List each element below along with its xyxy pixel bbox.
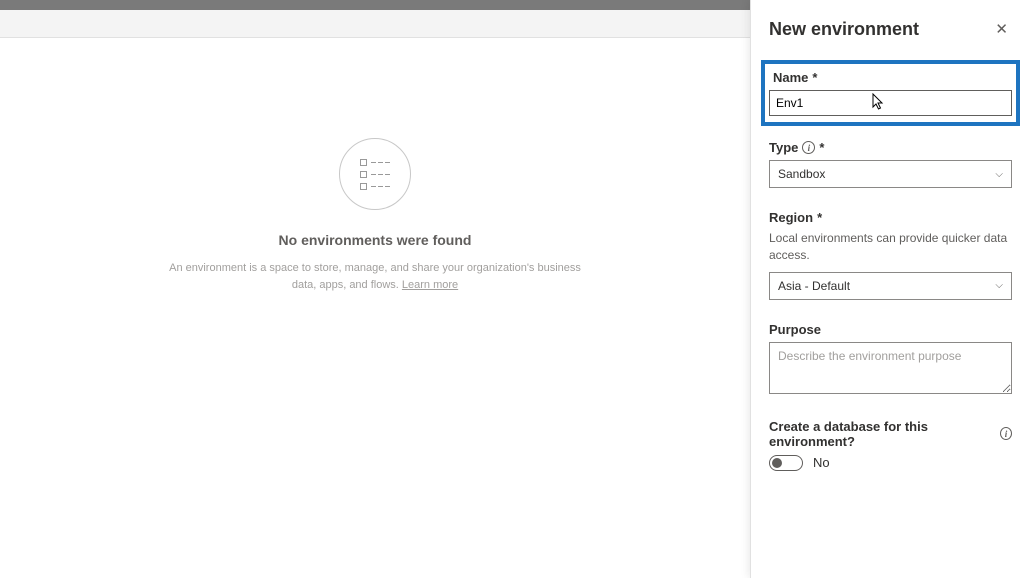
empty-state-description: An environment is a space to store, mana… <box>165 260 585 293</box>
type-label: Type i * <box>769 140 1012 155</box>
purpose-label: Purpose <box>769 322 1012 337</box>
region-select[interactable]: Asia - Default ⌵ <box>769 272 1012 300</box>
main-content: No environments were found An environmen… <box>0 38 750 578</box>
panel-title: New environment <box>769 19 919 40</box>
type-select[interactable]: Sandbox ⌵ <box>769 160 1012 188</box>
empty-state-icon <box>339 138 411 210</box>
chevron-down-icon: ⌵ <box>995 169 1003 180</box>
region-label: Region* <box>769 210 1012 225</box>
name-field-highlight: Name* <box>761 60 1020 126</box>
chevron-down-icon: ⌵ <box>995 280 1003 291</box>
learn-more-link[interactable]: Learn more <box>402 279 458 291</box>
empty-desc-text: An environment is a space to store, mana… <box>169 262 581 291</box>
empty-state-title: No environments were found <box>279 232 472 248</box>
name-label: Name* <box>773 70 1012 85</box>
database-label: Create a database for this environment? … <box>769 419 1012 449</box>
name-input[interactable] <box>769 90 1012 116</box>
type-value: Sandbox <box>778 167 825 181</box>
region-value: Asia - Default <box>778 279 850 293</box>
region-help: Local environments can provide quicker d… <box>769 230 1012 264</box>
purpose-textarea[interactable] <box>769 342 1012 394</box>
info-icon[interactable]: i <box>802 141 815 154</box>
database-toggle[interactable] <box>769 455 803 471</box>
new-environment-panel: New environment ✕ Name* Type i * Sandbox… <box>750 0 1030 578</box>
toggle-value: No <box>813 455 830 470</box>
close-icon[interactable]: ✕ <box>991 18 1012 40</box>
info-icon[interactable]: i <box>1000 427 1012 440</box>
